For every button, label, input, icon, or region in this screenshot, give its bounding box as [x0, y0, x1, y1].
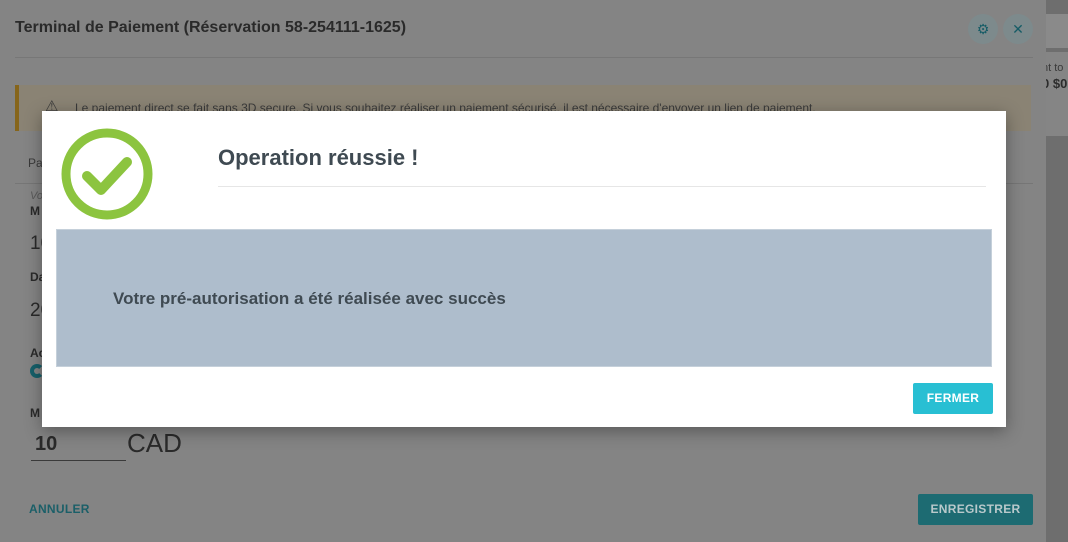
tab-payment[interactable]: Pa [28, 156, 43, 170]
modal-title-divider [218, 186, 986, 187]
background-page: nt to 0 $0 [1046, 0, 1068, 542]
field-label-amount-input: M [30, 406, 40, 420]
close-modal-button[interactable]: FERMER [913, 383, 993, 414]
header-divider [15, 57, 1033, 58]
background-amount: 0 $0 [1046, 76, 1068, 91]
close-icon: ✕ [1012, 21, 1024, 37]
cancel-button[interactable]: ANNULER [29, 502, 90, 516]
modal-message-box: Votre pré-autorisation a été réalisée av… [56, 229, 992, 367]
amount-input[interactable] [31, 428, 126, 461]
gear-icon: ⚙ [976, 21, 990, 37]
check-circle-icon [61, 128, 153, 220]
modal-message: Votre pré-autorisation a été réalisée av… [113, 289, 506, 308]
dialog-title: Terminal de Paiement (Réservation 58-254… [15, 19, 407, 36]
success-modal: Operation réussie ! Votre pré-autorisati… [42, 111, 1006, 427]
background-label: nt to [1046, 62, 1064, 74]
modal-title: Operation réussie ! [218, 145, 419, 170]
dialog-close-button[interactable]: ✕ [1003, 14, 1033, 44]
save-button[interactable]: ENREGISTRER [918, 494, 1033, 525]
settings-button[interactable]: ⚙ [968, 14, 998, 44]
currency-label: CAD [127, 428, 182, 458]
background-fragment [1046, 14, 1068, 48]
field-label-amount: M [30, 204, 40, 218]
